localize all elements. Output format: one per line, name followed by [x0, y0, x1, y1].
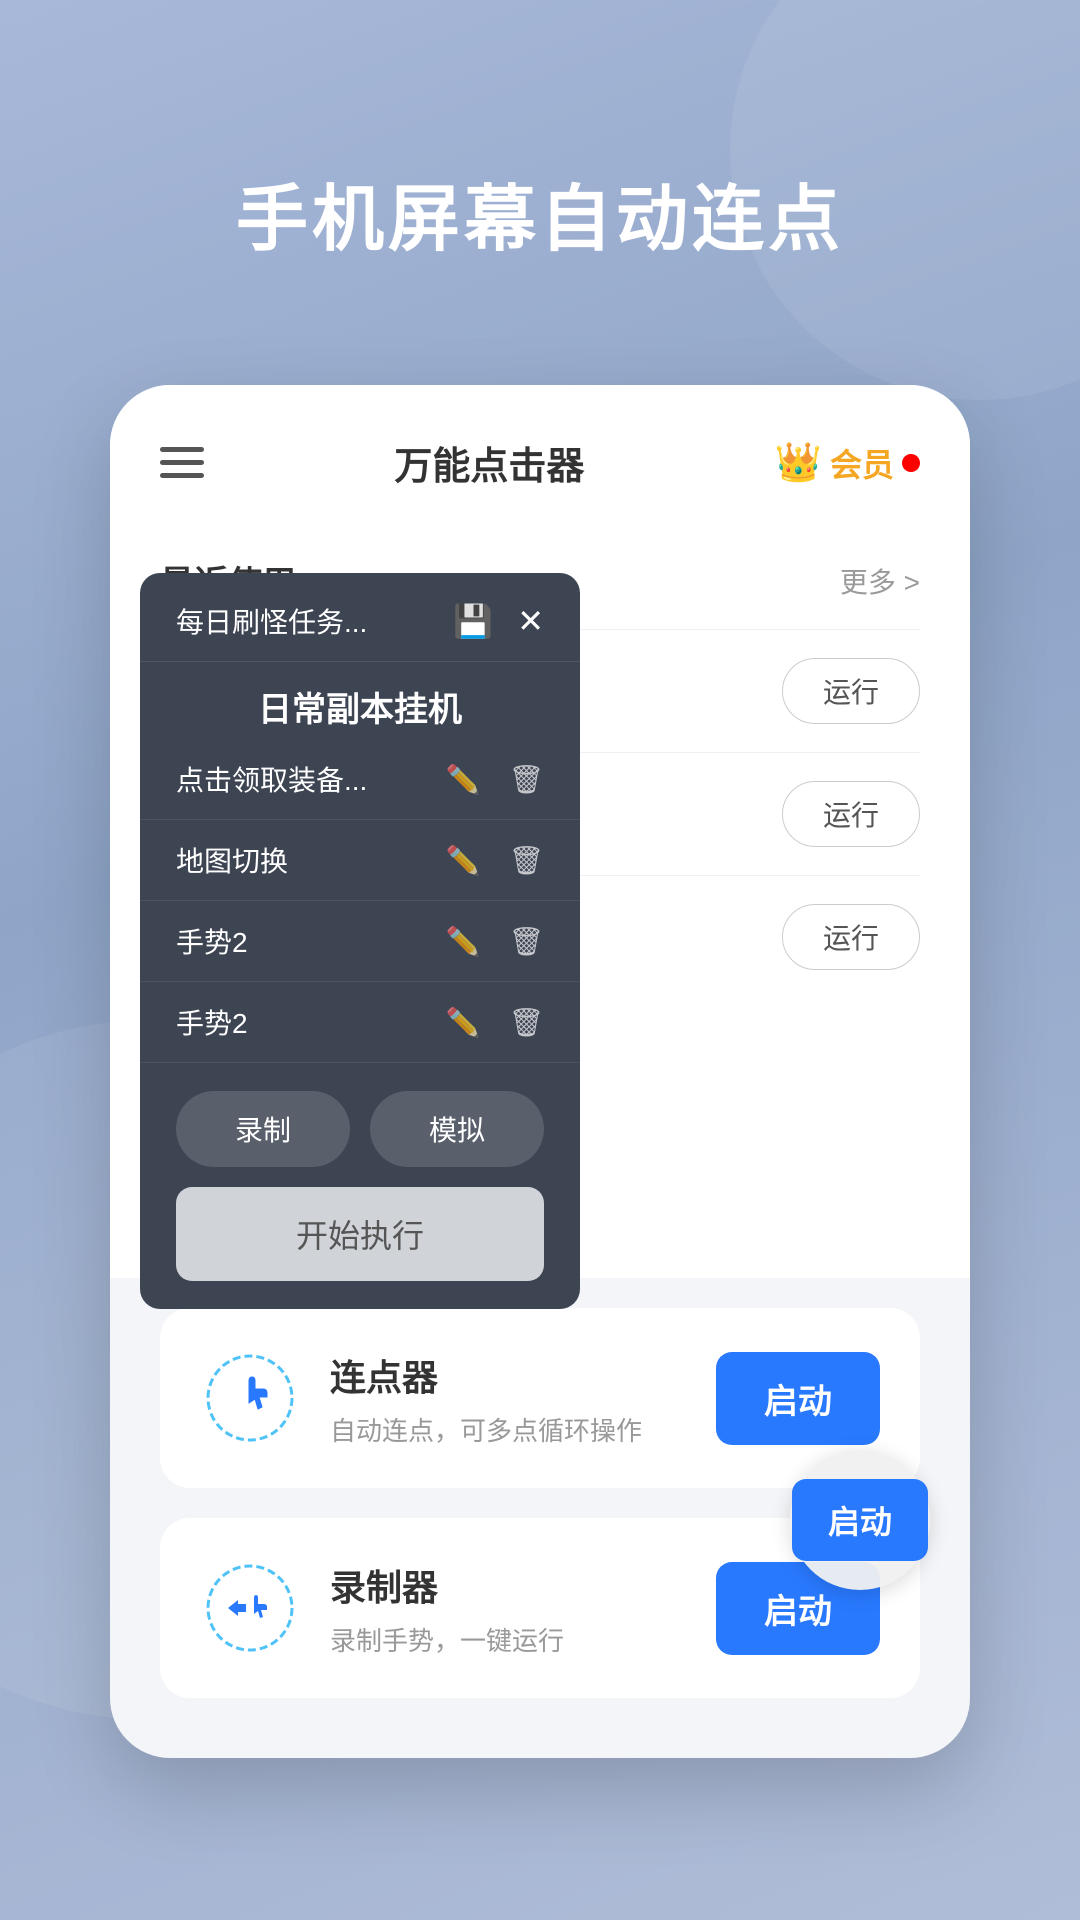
notification-dot — [902, 454, 920, 472]
vip-label: 会员 — [830, 440, 894, 486]
edit-icon[interactable]: ✏️ — [446, 1006, 481, 1039]
row-actions: ✏️ 🗑 — [446, 763, 544, 796]
feature-card-clicker: 连点器 自动连点，可多点循环操作 启动 — [160, 1308, 920, 1488]
edit-icon[interactable]: ✏️ — [446, 844, 481, 877]
more-link[interactable]: 更多 > — [840, 561, 920, 601]
row-actions: ✏️ 🗑 — [446, 844, 544, 877]
delete-icon[interactable]: 🗑 — [508, 1006, 544, 1039]
phone-card: 万能点击器 👑 会员 最近使用 更多 > 金币任务脚本1 运行 日常副本挂机 运… — [110, 385, 970, 1758]
recorder-icon — [205, 1563, 295, 1653]
dropdown-subtitle: 日常副本挂机 — [140, 662, 580, 739]
clicker-desc: 自动连点，可多点循环操作 — [330, 1411, 686, 1448]
nav-title: 万能点击器 — [394, 435, 584, 490]
clicker-start-button[interactable]: 启动 — [716, 1352, 880, 1445]
dropdown-menu: 每日刷怪任务... 💾 ✕ 日常副本挂机 点击领取装备... ✏️ 🗑 地图切换… — [140, 573, 580, 1309]
row-actions: ✏️ 🗑 — [446, 925, 544, 958]
delete-icon[interactable]: 🗑 — [508, 844, 544, 877]
dropdown-item-name: 手势2 — [176, 1002, 248, 1042]
dropdown-header: 每日刷怪任务... 💾 ✕ — [140, 573, 580, 662]
edit-icon[interactable]: ✏️ — [446, 763, 481, 796]
dropdown-row-3: 手势2 ✏️ 🗑 — [140, 982, 580, 1063]
record-button[interactable]: 录制 — [176, 1091, 350, 1167]
run-button-1[interactable]: 运行 — [782, 781, 920, 847]
dropdown-row-1: 地图切换 ✏️ 🗑 — [140, 820, 580, 901]
recorder-text: 录制器 录制手势，一键运行 — [330, 1559, 686, 1658]
vip-badge[interactable]: 👑 会员 — [775, 440, 920, 486]
close-icon[interactable]: ✕ — [517, 602, 544, 640]
clicker-text: 连点器 自动连点，可多点循环操作 — [330, 1349, 686, 1448]
float-start-button[interactable]: 启动 — [792, 1479, 928, 1561]
simulate-button[interactable]: 模拟 — [370, 1091, 544, 1167]
run-button-0[interactable]: 运行 — [782, 658, 920, 724]
dropdown-row-0: 点击领取装备... ✏️ 🗑 — [140, 739, 580, 820]
delete-icon[interactable]: 🗑 — [508, 763, 544, 796]
dropdown-action-buttons: 录制 模拟 — [140, 1063, 580, 1187]
dropdown-item-name: 手势2 — [176, 921, 248, 961]
clicker-icon-area — [200, 1348, 300, 1448]
dropdown-item-name: 点击领取装备... — [176, 759, 367, 799]
save-icon[interactable]: 💾 — [453, 602, 493, 640]
row-actions: ✏️ 🗑 — [446, 1006, 544, 1039]
recorder-icon-area — [200, 1558, 300, 1658]
recorder-name: 录制器 — [330, 1559, 686, 1611]
recorder-desc: 录制手势，一键运行 — [330, 1621, 686, 1658]
dropdown-top-text: 每日刷怪任务... — [176, 601, 367, 641]
nav-bar: 万能点击器 👑 会员 — [110, 385, 970, 520]
menu-button[interactable] — [160, 447, 204, 478]
dropdown-row-2: 手势2 ✏️ 🗑 — [140, 901, 580, 982]
clicker-name: 连点器 — [330, 1349, 686, 1401]
delete-icon[interactable]: 🗑 — [508, 925, 544, 958]
float-circle: 启动 — [790, 1450, 930, 1590]
page-title: 手机屏幕自动连点 — [236, 160, 844, 265]
execute-button[interactable]: 开始执行 — [176, 1187, 544, 1281]
crown-icon: 👑 — [775, 441, 822, 485]
dropdown-icons: 💾 ✕ — [453, 602, 544, 640]
run-button-2[interactable]: 运行 — [782, 904, 920, 970]
dropdown-item-name: 地图切换 — [176, 840, 288, 880]
edit-icon[interactable]: ✏️ — [446, 925, 481, 958]
clicker-icon — [205, 1353, 295, 1443]
